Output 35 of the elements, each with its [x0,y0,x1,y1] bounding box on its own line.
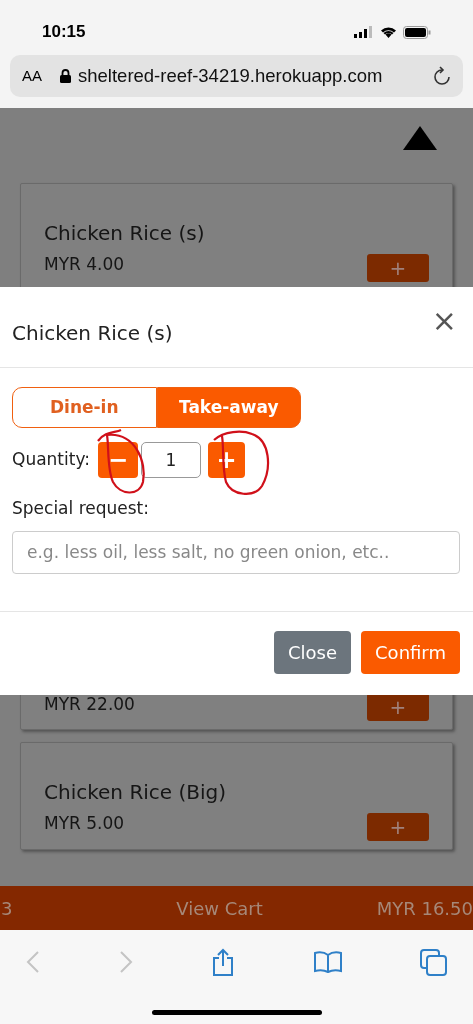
lock-icon [60,69,71,83]
text-size-button[interactable]: AA [22,64,42,88]
add-button[interactable]: + [367,253,429,282]
clock: 10:15 [42,21,86,44]
increase-button[interactable]: + [207,442,245,478]
quantity-field[interactable]: 1 [140,442,201,478]
wifi-icon [380,26,397,38]
cart-count: 3 [1,896,13,921]
decrease-button[interactable]: − [97,442,138,478]
address-bar[interactable]: AA sheltered-reef-34219.herokuapp.com [10,55,463,97]
order-type-tab[interactable]: Dine-in [12,387,157,428]
triangle-icon[interactable] [403,126,437,150]
item-price: MYR 5.00 [44,812,125,835]
quantity-label: Quantity: [12,448,90,472]
bookmarks-icon[interactable] [313,951,342,973]
item-name: Chicken Rice (s) [44,220,206,246]
special-request-field[interactable]: e.g. less oil, less salt, no green onion, etc.. [12,530,460,574]
close-button[interactable]: Close [274,630,352,674]
share-icon[interactable] [211,948,235,976]
order-type-tab[interactable]: Take-away [156,387,301,428]
view-cart-link[interactable]: View Cart [176,894,263,922]
cart-total: MYR 16.50 [376,896,473,921]
item-name: Chicken Rice (Big) [44,779,228,805]
battery-icon [403,25,431,39]
item-price: MYR 22.00 [44,692,135,716]
special-request-label: Special request: [12,497,150,520]
add-button[interactable]: + [367,693,429,721]
reload-icon[interactable] [433,66,451,86]
tabs-icon[interactable] [420,948,447,976]
item-price: MYR 4.00 [44,253,125,276]
modal-title: Chicken Rice (s) [12,320,173,347]
confirm-button[interactable]: Confirm [361,630,460,674]
signal-icon [354,26,374,38]
add-button[interactable]: + [367,812,429,841]
url-text: sheltered-reef-34219.herokuapp.com [78,64,383,89]
